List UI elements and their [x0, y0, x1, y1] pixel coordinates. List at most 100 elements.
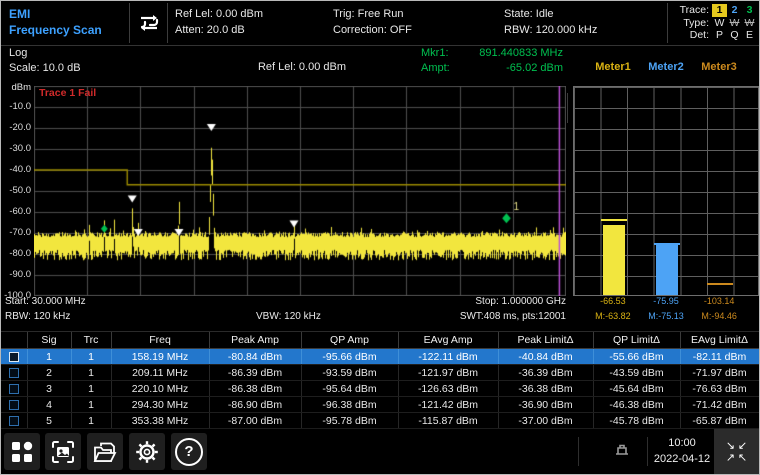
table-cell: -46.38 dBm: [593, 397, 680, 413]
state-value: State: Idle: [504, 6, 597, 22]
table-cell: 220.10 MHz: [111, 381, 209, 397]
continuous-sweep-button[interactable]: [132, 7, 166, 39]
trace-indicator: 1: [712, 4, 727, 17]
spectrum-plot[interactable]: [34, 86, 566, 296]
marker-ampt-label: Ampt:: [421, 61, 450, 76]
table-cell: 209.11 MHz: [111, 365, 209, 381]
table-header-cell: [1, 332, 27, 349]
table-cell: -40.84 dBm: [498, 349, 593, 365]
y-axis-tick: -70.0: [1, 227, 31, 238]
meter-bar-panel: [573, 86, 759, 296]
mode-label: EMI: [9, 6, 102, 22]
swt-label: SWT:408 ms, pts:12001: [460, 311, 566, 322]
screenshot-icon: [51, 440, 75, 464]
table-row[interactable]: 41294.30 MHz-86.90 dBm-96.38 dBm-121.42 …: [1, 397, 759, 413]
resize-arrows-icon: ↘↙↗↖: [725, 440, 749, 464]
meter-readout-value: -66.53: [600, 296, 626, 306]
table-cell: 1: [71, 349, 111, 365]
table-cell: -36.90 dBm: [498, 397, 593, 413]
table-cell: -45.78 dBm: [593, 413, 680, 429]
y-axis-tick: -80.0: [1, 248, 31, 259]
signal-table-body: 11158.19 MHz-80.84 dBm-95.66 dBm-122.11 …: [1, 349, 759, 433]
collapse-screen-button[interactable]: ↘↙↗↖: [714, 429, 759, 474]
help-button[interactable]: ?: [171, 433, 207, 470]
table-cell: -86.90 dBm: [209, 397, 301, 413]
table-cell: -86.38 dBm: [209, 381, 301, 397]
y-axis-tick: -50.0: [1, 185, 31, 196]
table-cell: -122.11 dBm: [398, 349, 498, 365]
table-header-cell: Peak LimitΔ: [498, 332, 593, 349]
table-cell: -121.97 dBm: [398, 365, 498, 381]
settings-button[interactable]: [129, 433, 165, 470]
table-header-cell: EAvg Amp: [398, 332, 498, 349]
usb-device-icon: [613, 442, 631, 458]
table-header-cell: Peak Amp: [209, 332, 301, 349]
trace-indicator: 3: [742, 4, 757, 17]
table-cell: 294.30 MHz: [111, 397, 209, 413]
table-cell: -71.42 dBm: [680, 397, 759, 413]
screen-label: Frequency Scan: [9, 22, 102, 38]
table-header-cell: Sig: [27, 332, 71, 349]
y-axis-tick: -40.0: [1, 164, 31, 175]
scale-block: Log Scale: 10.0 dB: [9, 46, 81, 76]
table-row[interactable]: 31220.10 MHz-86.38 dBm-95.64 dBm-126.63 …: [1, 381, 759, 397]
menu-grid-icon: [11, 441, 33, 463]
table-cell: -43.59 dBm: [593, 365, 680, 381]
table-cell: -65.87 dBm: [680, 413, 759, 429]
table-cell: -76.63 dBm: [680, 381, 759, 397]
row-checkbox[interactable]: [9, 400, 19, 410]
table-cell: -55.66 dBm: [593, 349, 680, 365]
clock-block: 10:00 2022-04-12: [651, 435, 713, 467]
row-checkbox[interactable]: [9, 384, 19, 394]
table-cell: -96.38 dBm: [301, 397, 398, 413]
trace-indicator: W: [742, 17, 757, 30]
rbw-value: RBW: 120.000 kHz: [504, 22, 597, 38]
table-cell: 2: [27, 365, 71, 381]
table-cell: 1: [71, 365, 111, 381]
table-cell: 1: [27, 349, 71, 365]
table-cell: -86.39 dBm: [209, 365, 301, 381]
row-checkbox[interactable]: [9, 368, 19, 378]
trace-row-label: Det:: [673, 29, 709, 42]
row-checkbox[interactable]: [9, 416, 19, 426]
meter-readout-value: M:-94.46: [701, 311, 737, 321]
top-status-bar: EMI Frequency Scan Ref Lel: 0.00 dBm Att…: [1, 1, 759, 46]
table-row[interactable]: 21209.11 MHz-86.39 dBm-93.59 dBm-121.97 …: [1, 365, 759, 381]
screenshot-button[interactable]: [45, 433, 81, 470]
start-freq-label: Start: 30.000 MHz: [5, 296, 86, 307]
table-header-row: SigTrcFreqPeak AmpQP AmpEAvg AmpPeak Lim…: [1, 332, 759, 349]
marker-ampt-value: -65.02 dBm: [506, 61, 563, 76]
checkbox-cell: [1, 381, 27, 397]
app-mode-title: EMI Frequency Scan: [9, 6, 102, 38]
y-axis-unit: dBm: [1, 82, 31, 93]
atten-value: Atten: 20.0 dB: [175, 22, 263, 38]
main-menu-button[interactable]: [4, 433, 40, 470]
meter3-label: Meter3: [701, 61, 736, 73]
ref-level-center: Ref Lel: 0.00 dBm: [191, 61, 413, 73]
checkbox-cell: [1, 397, 27, 413]
signal-table-wrap: SigTrcFreqPeak AmpQP AmpEAvg AmpPeak Lim…: [1, 331, 759, 432]
ref-atten-block: Ref Lel: 0.00 dBm Atten: 20.0 dB: [175, 6, 263, 38]
help-icon: ?: [175, 438, 203, 466]
table-row[interactable]: 51353.38 MHz-87.00 dBm-95.78 dBm-115.87 …: [1, 413, 759, 429]
stop-freq-label: Stop: 1.000000 GHz: [475, 296, 566, 307]
table-row[interactable]: 11158.19 MHz-80.84 dBm-95.66 dBm-122.11 …: [1, 349, 759, 365]
trace-indicator: W: [712, 17, 727, 30]
limit-fail-status: Trace 1 Fail: [39, 87, 96, 99]
y-axis-tick: -90.0: [1, 269, 31, 280]
meter-maxhold-line: [601, 219, 628, 221]
table-cell: -95.78 dBm: [301, 413, 398, 429]
table-header-cell: EAvg LimitΔ: [680, 332, 759, 349]
display-settings-bar: Log Scale: 10.0 dB Ref Lel: 0.00 dBm Mkr…: [1, 45, 759, 81]
ref-level-value: Ref Lel: 0.00 dBm: [175, 6, 263, 22]
file-manager-button[interactable]: [87, 433, 123, 470]
table-cell: -36.38 dBm: [498, 381, 593, 397]
table-cell: -95.66 dBm: [301, 349, 398, 365]
correction-value: Correction: OFF: [333, 22, 412, 38]
marker-label: Mkr1:: [421, 46, 449, 61]
peripheral-status: [613, 442, 631, 463]
table-cell: 158.19 MHz: [111, 349, 209, 365]
trace-row-label: Type:: [673, 17, 709, 30]
table-header-cell: QP LimitΔ: [593, 332, 680, 349]
row-checkbox[interactable]: [9, 352, 19, 362]
